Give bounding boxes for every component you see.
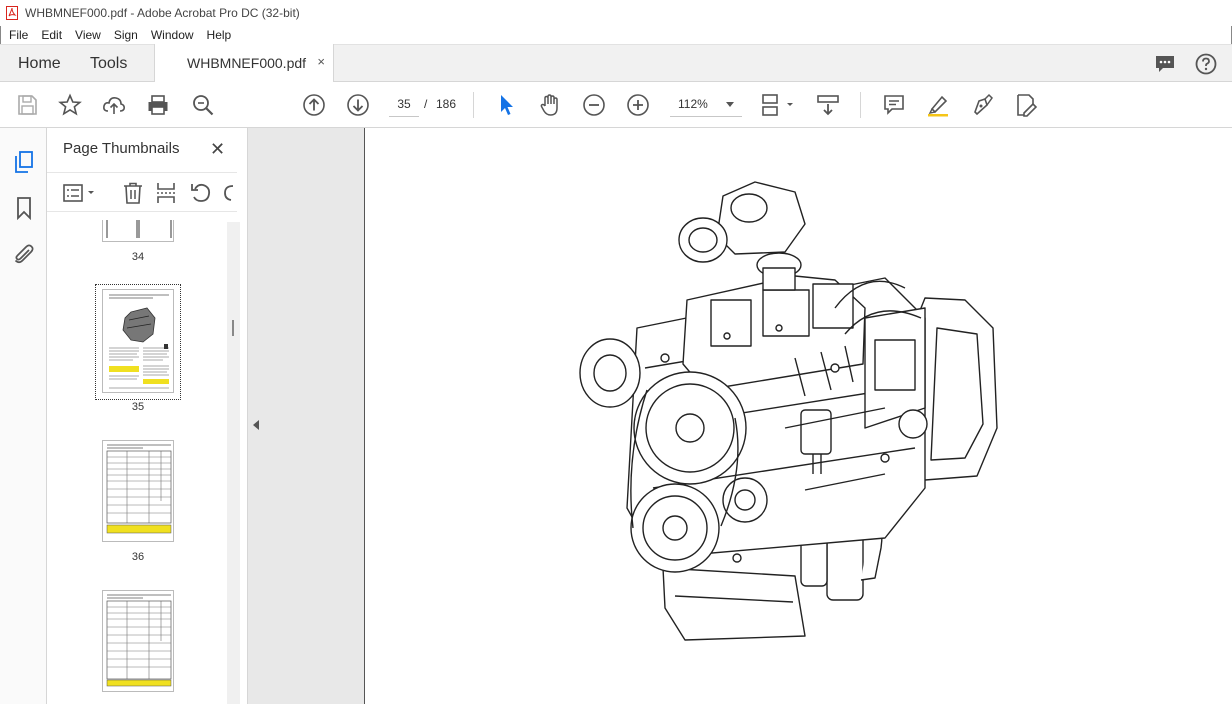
sign-icon[interactable] bbox=[970, 93, 994, 117]
zoom-out-icon[interactable] bbox=[582, 93, 606, 117]
trash-icon[interactable] bbox=[121, 181, 145, 205]
main-toolbar: 35 / 186 112% bbox=[0, 82, 1232, 128]
thumbnail-label: 35 bbox=[131, 401, 145, 413]
engine-illustration bbox=[579, 181, 998, 641]
highlight-pen-icon[interactable] bbox=[926, 93, 950, 117]
menu-window[interactable]: Window bbox=[151, 28, 194, 42]
close-tab-icon[interactable]: × bbox=[317, 54, 325, 69]
acrobat-pdf-icon bbox=[6, 6, 18, 20]
thumbnail-label: 36 bbox=[131, 551, 145, 563]
panel-collapse-bar[interactable] bbox=[248, 128, 266, 704]
panel-title: Page Thumbnails bbox=[63, 140, 180, 157]
thumbnail-preview bbox=[106, 444, 172, 534]
hand-icon[interactable] bbox=[538, 93, 562, 117]
menu-file[interactable]: File bbox=[9, 28, 28, 42]
menu-help[interactable]: Help bbox=[207, 28, 232, 42]
page-thumbnails-icon[interactable] bbox=[12, 150, 36, 174]
print-icon[interactable] bbox=[146, 93, 170, 117]
bookmark-star-icon[interactable] bbox=[58, 93, 82, 117]
page-thumbnail-35[interactable] bbox=[102, 289, 174, 393]
document-tab-label: WHBMNEF000.pdf bbox=[187, 55, 307, 71]
menu-view[interactable]: View bbox=[75, 28, 101, 42]
thumbnail-preview bbox=[109, 294, 169, 389]
page-total: 186 bbox=[436, 97, 457, 111]
page-thumbnail-37[interactable] bbox=[102, 590, 174, 692]
tab-bar: Home Tools WHBMNEF000.pdf × bbox=[0, 44, 1232, 82]
menu-sign[interactable]: Sign bbox=[114, 28, 138, 42]
thumbnails-panel: Page Thumbnails ✕ 34 35 36 bbox=[47, 128, 248, 704]
page-thumbnail-34[interactable] bbox=[102, 220, 174, 242]
toolbar-divider bbox=[473, 92, 474, 118]
thumbnail-tools bbox=[47, 172, 237, 212]
options-menu-icon[interactable] bbox=[62, 181, 98, 205]
rotate-counterclockwise-icon[interactable] bbox=[189, 181, 213, 205]
navigation-rail bbox=[0, 128, 47, 704]
pdf-page bbox=[364, 128, 1232, 704]
collapse-arrow-icon[interactable] bbox=[253, 420, 259, 430]
thumbnail-preview bbox=[106, 594, 172, 687]
select-arrow-icon[interactable] bbox=[494, 93, 518, 117]
page-separator: / bbox=[424, 97, 428, 111]
close-panel-icon[interactable]: ✕ bbox=[210, 139, 225, 160]
page-number-input[interactable]: 35 bbox=[389, 91, 419, 117]
insert-page-icon[interactable] bbox=[154, 181, 178, 205]
save-icon[interactable] bbox=[15, 93, 39, 117]
title-bar: WHBMNEF000.pdf - Adobe Acrobat Pro DC (3… bbox=[0, 0, 1232, 26]
tab-home[interactable]: Home bbox=[18, 55, 61, 73]
bookmarks-icon[interactable] bbox=[12, 196, 36, 220]
attachments-icon[interactable] bbox=[12, 242, 36, 266]
zoom-search-icon[interactable] bbox=[191, 93, 215, 117]
page-thumbnail-36[interactable] bbox=[102, 440, 174, 542]
rotate-clockwise-icon[interactable] bbox=[221, 181, 235, 205]
document-viewport[interactable] bbox=[266, 128, 1232, 704]
page-down-icon[interactable] bbox=[346, 93, 370, 117]
tab-document[interactable]: WHBMNEF000.pdf × bbox=[154, 44, 334, 82]
zoom-level-select[interactable]: 112% bbox=[670, 91, 742, 117]
menu-bar: File Edit View Sign Window Help bbox=[0, 26, 1232, 44]
edit-icon[interactable] bbox=[1014, 93, 1038, 117]
tab-tools[interactable]: Tools bbox=[90, 55, 127, 73]
thumbnail-scrollbar[interactable] bbox=[227, 222, 240, 704]
page-layout-icon[interactable] bbox=[760, 93, 796, 117]
comment-icon[interactable] bbox=[882, 93, 906, 117]
chevron-down-icon bbox=[726, 102, 734, 107]
scroll-mode-icon[interactable] bbox=[816, 93, 840, 117]
menu-edit[interactable]: Edit bbox=[41, 28, 62, 42]
thumbnail-label: 34 bbox=[131, 251, 145, 263]
zoom-level-value: 112% bbox=[678, 97, 708, 111]
upload-icon[interactable] bbox=[102, 93, 126, 117]
thumbnail-preview bbox=[106, 220, 172, 238]
toolbar-divider bbox=[860, 92, 861, 118]
zoom-in-icon[interactable] bbox=[626, 93, 650, 117]
comment-icon[interactable] bbox=[1153, 52, 1177, 76]
panel-resize-handle[interactable] bbox=[232, 320, 234, 336]
window-title: WHBMNEF000.pdf - Adobe Acrobat Pro DC (3… bbox=[25, 6, 300, 20]
help-icon[interactable] bbox=[1194, 52, 1218, 76]
page-up-icon[interactable] bbox=[302, 93, 326, 117]
